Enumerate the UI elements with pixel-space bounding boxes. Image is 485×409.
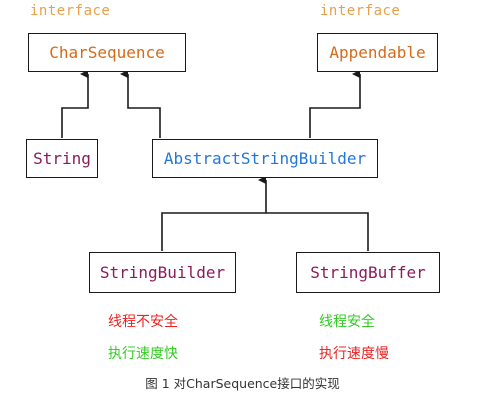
abstractstringbuilder-node: AbstractStringBuilder: [152, 139, 378, 178]
figure-caption: 图 1 对CharSequence接口的实现: [145, 376, 340, 391]
stringbuffer-thread-note: 线程安全: [319, 314, 375, 330]
arrow-string-to-charsequence: [61, 70, 89, 138]
stringbuilder-speed-note: 执行速度快: [108, 346, 178, 362]
string-node: String: [26, 139, 98, 178]
charsequence-node: CharSequence: [28, 33, 186, 72]
stringbuilder-node: StringBuilder: [89, 252, 236, 293]
stringbuffer-speed-note: 执行速度慢: [319, 346, 389, 362]
arrow-abstract-to-appendable: [309, 70, 361, 138]
appendable-node: Appendable: [317, 33, 438, 72]
arrow-abstract-to-charsequence: [120, 70, 161, 138]
stringbuffer-node: StringBuffer: [296, 252, 440, 293]
stringbuilder-thread-note: 线程不安全: [108, 314, 178, 330]
arrow-builders-to-abstract: [161, 180, 369, 251]
